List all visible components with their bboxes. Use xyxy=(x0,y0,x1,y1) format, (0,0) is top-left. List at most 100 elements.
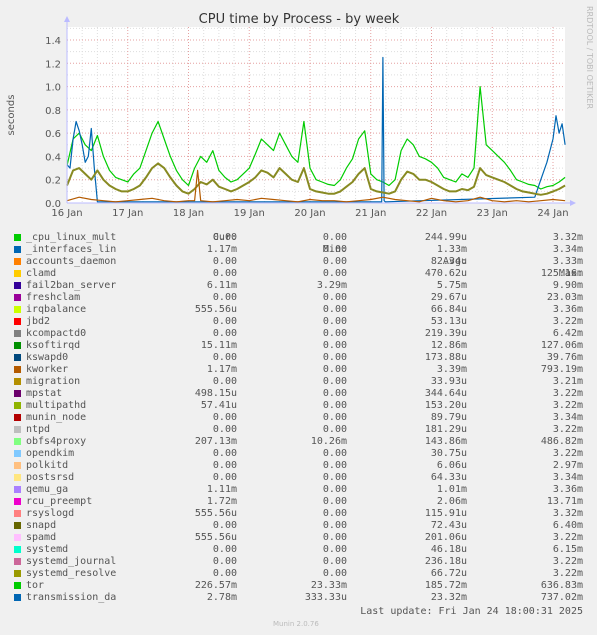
y-tick-label: 1.0 xyxy=(45,83,61,94)
legend-cur: 57.41u xyxy=(200,400,237,411)
legend-cur: 0.00 xyxy=(212,544,237,555)
x-tick-label: 20 Jan xyxy=(294,208,325,219)
legend-min: 23.33m xyxy=(310,580,347,591)
legend-name: kcompactd0 xyxy=(26,328,87,339)
legend-avg: 244.99u xyxy=(424,232,467,243)
legend-cur: 0.00 xyxy=(212,268,237,279)
legend-row: munin_node 0.00 0.00 89.79u 3.34m xyxy=(0,412,597,424)
legend-name: kswapd0 xyxy=(26,352,69,363)
legend-row: ntpd 0.00 0.00 181.29u 3.22m xyxy=(0,424,597,436)
legend-name: systemd_journal xyxy=(26,556,117,567)
legend-row: transmission_da 2.78m 333.33u 23.32m 737.02m xyxy=(0,592,597,604)
legend-cur: 0.00 xyxy=(212,256,237,267)
legend-name: accounts_daemon xyxy=(26,256,117,267)
legend-cur: 0.00 xyxy=(212,376,237,387)
legend-max: 3.34m xyxy=(552,412,583,423)
legend-avg: 344.64u xyxy=(424,388,467,399)
legend-cur: 1.11m xyxy=(206,484,237,495)
legend-max: 3.22m xyxy=(552,388,583,399)
legend-max: 3.22m xyxy=(552,400,583,411)
legend-swatch-icon xyxy=(14,486,21,493)
legend-name: postsrsd xyxy=(26,472,75,483)
legend-max: 3.22m xyxy=(552,568,583,579)
legend-min: 0.00 xyxy=(322,256,347,267)
legend-row: systemd_journal 0.00 0.00 236.18u 3.22m xyxy=(0,556,597,568)
legend-row: fail2ban_server 6.11m 3.29m 5.75m 9.90m xyxy=(0,280,597,292)
legend-row: rsyslogd 555.56u 0.00 115.91u 3.32m xyxy=(0,508,597,520)
y-axis-label: seconds xyxy=(6,95,17,136)
legend-row: opendkim 0.00 0.00 30.75u 3.22m xyxy=(0,448,597,460)
legend-row: systemd_resolve 0.00 0.00 66.72u 3.22m xyxy=(0,568,597,580)
legend-min: 0.00 xyxy=(322,376,347,387)
legend-min: 0.00 xyxy=(322,328,347,339)
legend-cur: 6.11m xyxy=(206,280,237,291)
legend-rows: _cpu_linux_mult 0.00 0.00 244.99u 3.32m _inte… xyxy=(0,232,597,604)
chart: CPU time by Process - by week seconds RR… xyxy=(6,6,594,219)
legend-swatch-icon xyxy=(14,462,21,469)
x-tick-label: 21 Jan xyxy=(355,208,386,219)
legend-name: systemd xyxy=(26,544,69,555)
legend-name: ksoftirqd xyxy=(26,340,81,351)
legend-min: 333.33u xyxy=(304,592,347,603)
chart-title: CPU time by Process - by week xyxy=(199,12,400,27)
legend-min: 3.29m xyxy=(316,280,347,291)
legend-min: 0.00 xyxy=(322,520,347,531)
legend-min: 0.00 xyxy=(322,508,347,519)
legend-row: _interfaces_lin 1.17m 0.00 1.33m 3.34m xyxy=(0,244,597,256)
y-tick-label: 0.8 xyxy=(45,106,61,117)
legend-avg: 33.93u xyxy=(430,376,467,387)
legend-avg: 1.33m xyxy=(436,244,467,255)
legend-name: multipathd xyxy=(26,400,87,411)
legend-cur: 0.00 xyxy=(212,352,237,363)
legend-name: kworker xyxy=(26,364,69,375)
legend-max: 3.34m xyxy=(552,472,583,483)
legend-max: 3.34m xyxy=(552,244,583,255)
legend-swatch-icon xyxy=(14,294,21,301)
legend-max: 3.32m xyxy=(552,508,583,519)
legend-cur: 0.00 xyxy=(212,568,237,579)
legend-row: rcu_preempt 1.72m 0.00 2.06m 13.71m xyxy=(0,496,597,508)
legend-min: 0.00 xyxy=(322,340,347,351)
legend-max: 3.32m xyxy=(552,232,583,243)
legend-swatch-icon xyxy=(14,402,21,409)
legend-min: 0.00 xyxy=(322,400,347,411)
legend-max: 636.83m xyxy=(540,580,583,591)
legend-min: 0.00 xyxy=(322,460,347,471)
legend-max: 6.15m xyxy=(552,544,583,555)
legend-swatch-icon xyxy=(14,306,21,313)
x-tick-label: 24 Jan xyxy=(537,208,568,219)
legend-avg: 46.18u xyxy=(430,544,467,555)
legend-name: ntpd xyxy=(26,424,51,435)
legend-row: _cpu_linux_mult 0.00 0.00 244.99u 3.32m xyxy=(0,232,597,244)
legend-min: 0.00 xyxy=(322,424,347,435)
legend-row: migration 0.00 0.00 33.93u 3.21m xyxy=(0,376,597,388)
legend-swatch-icon xyxy=(14,234,21,241)
legend-min: 0.00 xyxy=(322,484,347,495)
legend-row: spamd 555.56u 0.00 201.06u 3.22m xyxy=(0,532,597,544)
legend-cur: 555.56u xyxy=(194,508,237,519)
legend-cur: 0.00 xyxy=(212,448,237,459)
legend-min: 0.00 xyxy=(322,244,347,255)
legend-avg: 82.34u xyxy=(430,256,467,267)
legend-swatch-icon xyxy=(14,570,21,577)
legend-cur: 0.00 xyxy=(212,316,237,327)
legend-swatch-icon xyxy=(14,522,21,529)
legend-name: freshclam xyxy=(26,292,81,303)
legend-max: 3.36m xyxy=(552,304,583,315)
legend-swatch-icon xyxy=(14,510,21,517)
legend-name: mpstat xyxy=(26,388,63,399)
legend-name: munin_node xyxy=(26,412,87,423)
legend-cur: 0.00 xyxy=(212,460,237,471)
legend-min: 0.00 xyxy=(322,532,347,543)
legend-max: 127.06m xyxy=(540,340,583,351)
legend-row: jbd2 0.00 0.00 53.13u 3.22m xyxy=(0,316,597,328)
y-tick-label: 0.4 xyxy=(45,152,61,163)
legend-name: jbd2 xyxy=(26,316,51,327)
legend-swatch-icon xyxy=(14,246,21,253)
legend-cur: 1.72m xyxy=(206,496,237,507)
legend-avg: 64.33u xyxy=(430,472,467,483)
legend-min: 0.00 xyxy=(322,544,347,555)
legend-row: systemd 0.00 0.00 46.18u 6.15m xyxy=(0,544,597,556)
legend-cur: 207.13m xyxy=(194,436,237,447)
legend-name: transmission_da xyxy=(26,592,117,603)
